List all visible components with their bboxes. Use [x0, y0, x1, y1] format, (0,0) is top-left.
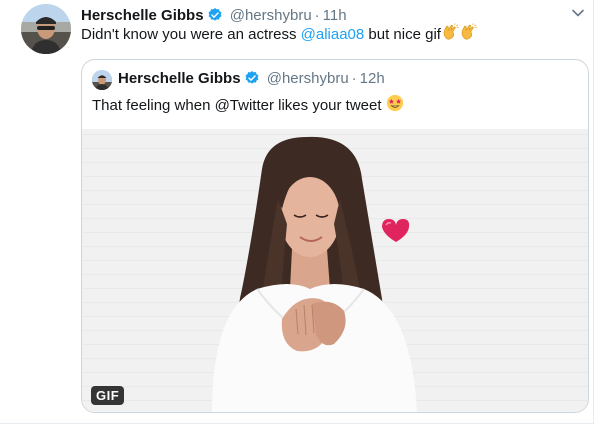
quoted-tweet-timestamp: 12h: [359, 70, 385, 87]
tweet-text-part: Didn't know you were an actress: [81, 26, 301, 43]
author-name[interactable]: Herschelle Gibbs: [81, 7, 204, 24]
quoted-author-handle: @hershybru: [266, 70, 349, 87]
gif-media[interactable]: GIF: [82, 129, 588, 412]
tweet-timestamp[interactable]: 11h: [323, 7, 347, 24]
gif-badge: GIF: [91, 386, 125, 405]
quoted-author-name: Herschelle Gibbs: [118, 70, 241, 87]
clapping-hands-icon: [441, 23, 459, 47]
author-handle[interactable]: @hershybru: [230, 7, 312, 24]
separator-dot: ·: [351, 70, 357, 87]
chevron-down-icon[interactable]: [571, 6, 585, 20]
quoted-tweet-header: Herschelle Gibbs @hershybru · 12h: [118, 69, 385, 92]
tweet-text-part: but nice gif: [364, 26, 441, 43]
tweet-text: Didn't know you were an actress @aliaa08…: [81, 23, 477, 47]
star-struck-icon: [386, 94, 404, 118]
quoted-tweet-text: That feeling when @Twitter likes your tw…: [92, 94, 404, 118]
verified-badge-icon: [244, 70, 260, 92]
gif-frame-illustration: [212, 136, 417, 412]
clapping-hands-icon: [459, 23, 477, 47]
quoted-tweet-text-part: That feeling when @Twitter likes your tw…: [92, 97, 386, 114]
tweet[interactable]: Herschelle Gibbs @hershybru · 11h Didn't k…: [0, 0, 594, 424]
quoted-tweet-card[interactable]: Herschelle Gibbs @hershybru · 12h That fee…: [81, 59, 589, 413]
separator-dot: ·: [314, 7, 320, 24]
author-avatar[interactable]: [21, 4, 71, 54]
mention-link[interactable]: @aliaa08: [301, 26, 365, 43]
quoted-author-avatar: [92, 70, 112, 90]
